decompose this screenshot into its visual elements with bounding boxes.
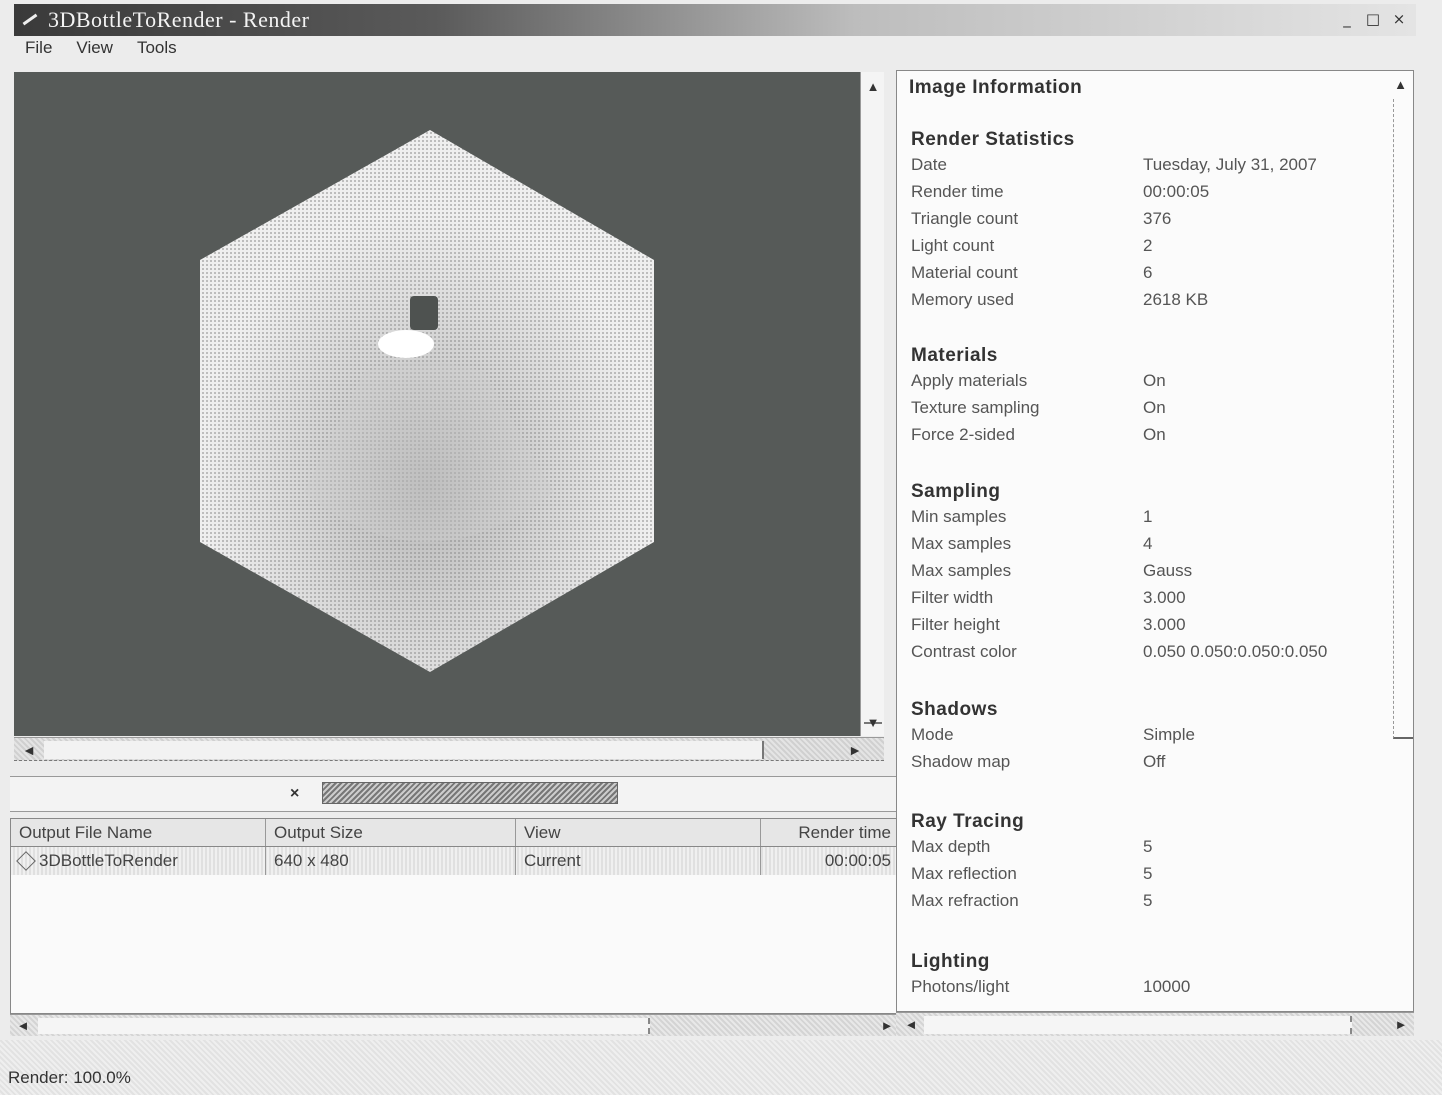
menu-bar: File View Tools (14, 38, 180, 62)
info-row: Triangle count 376 (911, 209, 1172, 228)
info-row: Force 2-sided On (911, 425, 1166, 444)
section-heading: Shadows (911, 699, 998, 720)
render-viewport[interactable] (14, 72, 860, 736)
table-horizontal-scrollbar[interactable]: ◄ ► (10, 1014, 900, 1036)
scroll-right-arrow-icon[interactable]: ► (844, 739, 866, 761)
output-table: Output File Name Output Size View Render… (10, 818, 900, 1014)
bottle-cap (410, 296, 438, 330)
render-file-icon (16, 851, 36, 871)
info-row: Filter height 3.000 (911, 615, 1186, 634)
info-row: Max depth 5 (911, 837, 1153, 856)
status-text: Render: 100.0% (8, 1068, 131, 1087)
image-information-panel: Image Information ▲ Render Statistics Da… (896, 70, 1414, 1012)
section-shadows: Shadows Mode Simple Shadow map Off (911, 699, 1401, 779)
info-row: Texture sampling On (911, 398, 1166, 417)
info-row: Shadow map Off (911, 752, 1166, 771)
cell-view: Current (516, 847, 761, 875)
app-icon (20, 10, 40, 30)
section-heading: Sampling (911, 481, 1001, 502)
viewport-horizontal-scrollbar[interactable]: ◄ ► (14, 737, 884, 761)
maximize-button[interactable]: □ (1362, 8, 1384, 30)
scroll-thumb[interactable] (864, 102, 882, 724)
scroll-right-arrow-icon[interactable]: ► (1390, 1014, 1412, 1036)
close-button[interactable]: × (1388, 8, 1410, 30)
section-render-statistics: Render Statistics Date Tuesday, July 31, … (911, 129, 1401, 317)
section-heading: Lighting (911, 951, 990, 972)
menu-file[interactable]: File (22, 38, 55, 62)
cell-render-time: 00:00:05 (824, 851, 891, 870)
scroll-up-arrow-icon[interactable]: ▲ (1394, 77, 1407, 92)
column-output-size[interactable]: Output Size (266, 819, 516, 846)
panel-title: Image Information (909, 77, 1083, 98)
render-progress-strip: × (10, 776, 900, 812)
status-bar: Render: 100.0% (0, 1040, 1442, 1095)
info-row: Date Tuesday, July 31, 2007 (911, 155, 1317, 174)
info-row: Max samples Gauss (911, 561, 1193, 580)
info-horizontal-scrollbar[interactable]: ◄ ► (896, 1012, 1414, 1036)
info-row: Max reflection 5 (911, 864, 1153, 883)
info-row: Memory used 2618 KB (911, 290, 1209, 309)
window-title: 3DBottleToRender - Render (48, 7, 310, 32)
scroll-down-arrow-icon[interactable]: ▼ (861, 712, 885, 734)
bottle-highlight (378, 330, 434, 358)
menu-view[interactable]: View (73, 38, 116, 62)
section-heading: Ray Tracing (911, 811, 1025, 832)
render-progress-bar (322, 782, 618, 804)
info-row: Photons/light 10000 (911, 977, 1191, 996)
info-row: Min samples 1 (911, 507, 1153, 526)
scroll-left-arrow-icon[interactable]: ◄ (18, 739, 40, 761)
info-row: Contrast color 0.050 0.050:0.050:0.050 (911, 642, 1328, 661)
rendered-image (200, 130, 654, 672)
info-row: Filter width 3.000 (911, 588, 1186, 607)
table-header: Output File Name Output Size View Render… (11, 819, 899, 847)
column-output-file-name[interactable]: Output File Name (11, 819, 266, 846)
minimize-button[interactable]: _ (1336, 8, 1358, 30)
cancel-render-icon[interactable]: × (290, 785, 299, 803)
scroll-right-arrow-icon[interactable]: ► (876, 1015, 898, 1037)
title-bar[interactable]: 3DBottleToRender - Render _ □ × (14, 4, 1416, 36)
info-row: Render time 00:00:05 (911, 182, 1210, 201)
scroll-up-arrow-icon[interactable]: ▲ (861, 76, 885, 98)
info-row: Max refraction 5 (911, 891, 1153, 910)
scroll-left-arrow-icon[interactable]: ◄ (12, 1015, 34, 1037)
info-row: Apply materials On (911, 371, 1166, 390)
column-render-time[interactable]: Render time (761, 819, 899, 846)
scroll-left-arrow-icon[interactable]: ◄ (900, 1014, 922, 1036)
info-row: Light count 2 (911, 236, 1153, 255)
section-materials: Materials Apply materials On Texture samp… (911, 345, 1401, 452)
scroll-thumb[interactable] (924, 1016, 1352, 1034)
menu-tools[interactable]: Tools (134, 38, 180, 62)
window-controls: _ □ × (1336, 8, 1410, 30)
info-row: Max samples 4 (911, 534, 1153, 553)
section-heading: Materials (911, 345, 998, 366)
table-row[interactable]: 3DBottleToRender 640 x 480 Current 00:00… (11, 847, 899, 875)
section-ray-tracing: Ray Tracing Max depth 5 Max reflection 5 M… (911, 811, 1401, 918)
info-row: Mode Simple (911, 725, 1195, 744)
column-view[interactable]: View (516, 819, 761, 846)
section-sampling: Sampling Min samples 1 Max samples 4 Max s… (911, 481, 1401, 669)
section-lighting: Lighting Photons/light 10000 (911, 951, 1401, 1004)
scroll-thumb[interactable] (38, 1018, 650, 1034)
info-row: Material count 6 (911, 263, 1153, 282)
cell-output-size: 640 x 480 (266, 847, 516, 875)
scroll-thumb[interactable] (44, 741, 764, 759)
cell-file-name: 3DBottleToRender (11, 847, 266, 875)
section-heading: Render Statistics (911, 129, 1075, 150)
viewport-vertical-scrollbar[interactable]: ▲ ▼ (860, 72, 884, 736)
